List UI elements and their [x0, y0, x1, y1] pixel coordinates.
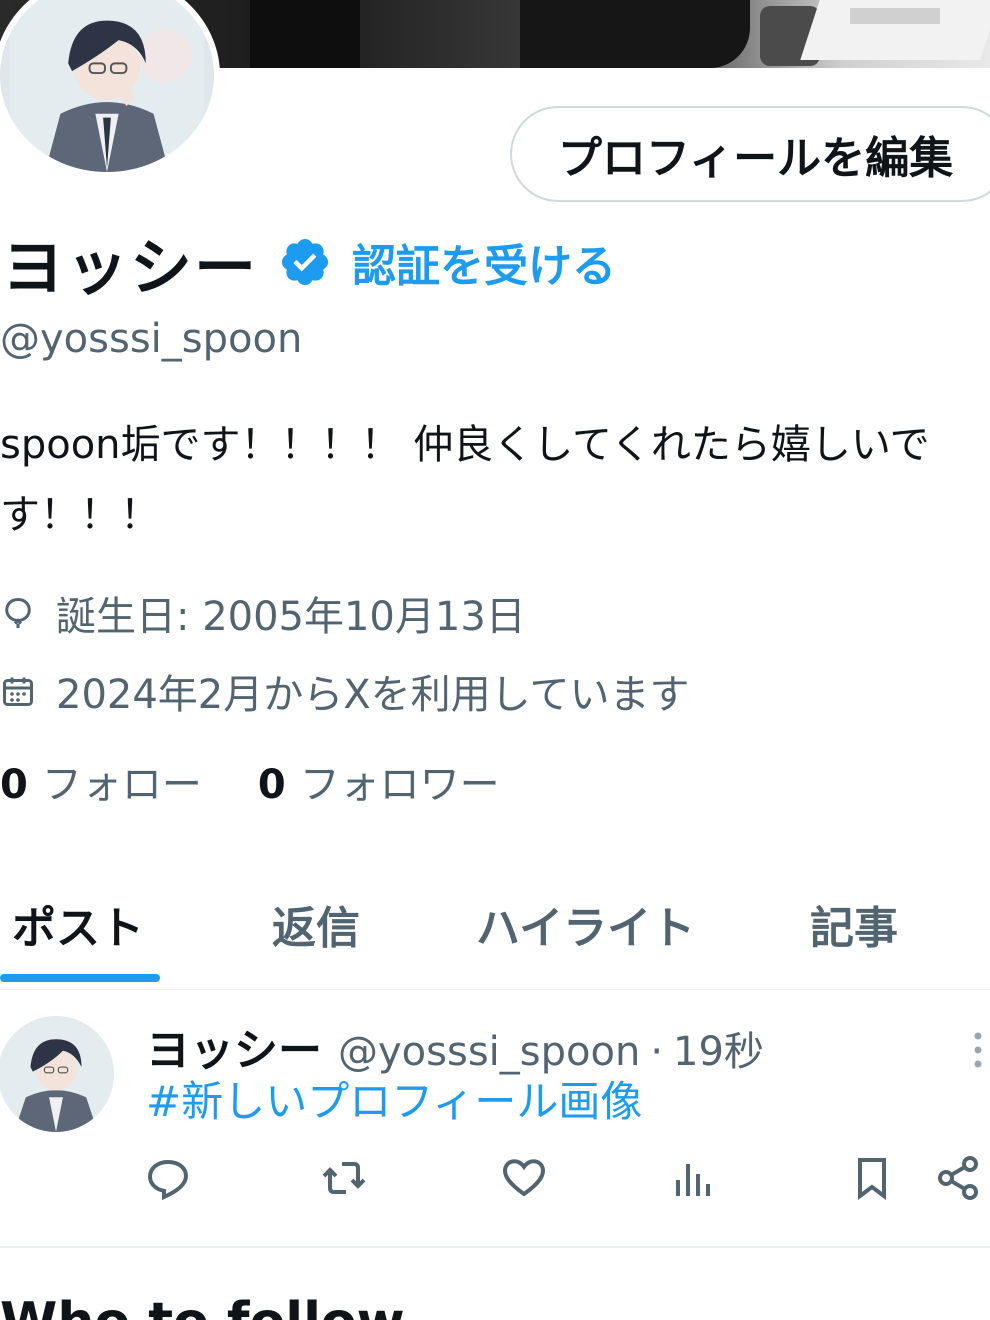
joined-text: 2024年2月からXを利用しています	[56, 672, 690, 718]
calendar-icon	[3, 677, 33, 706]
get-verified-link[interactable]: 認証を受ける	[352, 230, 616, 294]
birthday-row: 誕生日: 2005年10月13日	[0, 584, 526, 642]
more-vertical-icon[interactable]	[968, 1028, 988, 1072]
tab-posts[interactable]: ポスト	[12, 892, 144, 956]
post-item[interactable]: ヨッシー @yosssi_spoon · 19秒 #新しいプロフィール画像	[0, 992, 990, 1248]
following-count: 0	[0, 762, 28, 808]
tab-highlights[interactable]: ハイライト	[476, 892, 695, 956]
post-hashtag-link[interactable]: #新しいプロフィール画像	[146, 1068, 642, 1129]
followers-count: 0	[257, 762, 286, 808]
reply-icon[interactable]	[144, 1154, 192, 1202]
name-row: ヨッシー 認証を受ける	[2, 222, 616, 304]
following-link[interactable]: 0 フォロー	[0, 752, 202, 810]
followers-label: フォロワー	[299, 762, 500, 808]
joined-row: 2024年2月からXを利用しています	[0, 662, 689, 720]
display-name: ヨッシー	[2, 231, 259, 304]
post-timestamp[interactable]: 19秒	[673, 1019, 764, 1077]
follow-stats: 0 フォロー 0 フォロワー	[0, 752, 500, 810]
views-icon[interactable]	[670, 1154, 718, 1202]
repost-icon[interactable]	[320, 1154, 368, 1202]
balloon-icon	[5, 597, 31, 628]
share-icon[interactable]	[934, 1154, 982, 1202]
post-actions	[140, 1154, 990, 1204]
profile-page: プロフィールを編集 ヨッシー 認証を受ける @yosssi_spoon spoo…	[0, 0, 990, 1320]
verified-badge-icon[interactable]	[278, 235, 332, 289]
profile-tabs: ポスト 返信 ハイライト 記事	[0, 880, 990, 990]
avatar-illustration	[10, 0, 204, 172]
profile-handle: @yosssi_spoon	[0, 316, 303, 362]
profile-bio: spoon垢です！！！！ 仲良くしてくれたら嬉しいです！！！	[0, 422, 930, 538]
followers-link[interactable]: 0 フォロワー	[258, 752, 500, 810]
like-icon[interactable]	[500, 1154, 548, 1202]
tab-articles[interactable]: 記事	[810, 892, 898, 956]
following-label: フォロー	[41, 762, 202, 808]
birthday-text: 誕生日: 2005年10月13日	[56, 594, 526, 640]
avatar-illustration	[0, 1016, 114, 1132]
edit-profile-button[interactable]: プロフィールを編集	[510, 106, 990, 202]
post-separator: ·	[650, 1029, 664, 1075]
who-to-follow-heading: Who to follow	[0, 1292, 405, 1320]
profile-avatar[interactable]	[0, 0, 220, 178]
tab-replies[interactable]: 返信	[272, 892, 360, 956]
active-tab-indicator	[0, 974, 160, 982]
bookmark-icon[interactable]	[848, 1154, 896, 1202]
post-avatar[interactable]	[0, 1016, 114, 1132]
